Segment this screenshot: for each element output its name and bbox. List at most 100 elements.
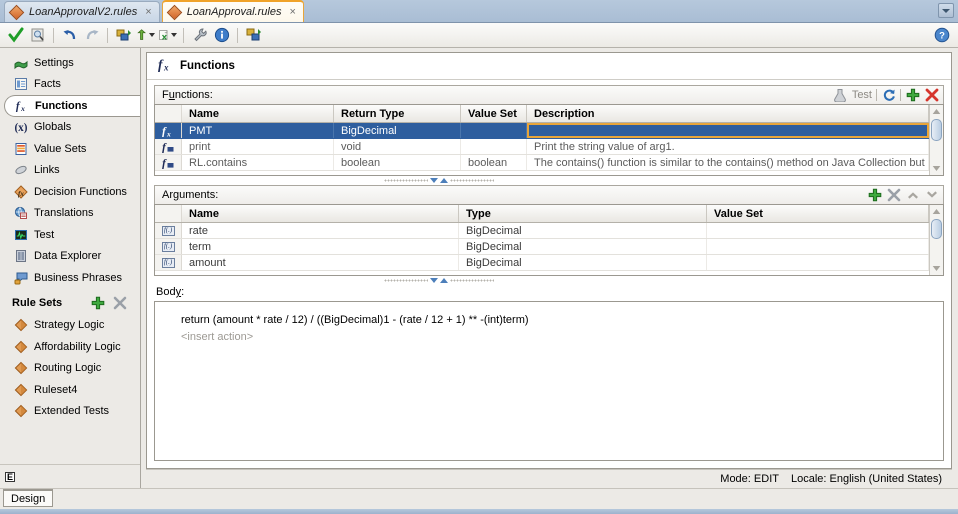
validate-button[interactable]: [5, 25, 26, 46]
sidebar-item-business-phrases[interactable]: Business Phrases: [0, 267, 140, 289]
cell-return-type[interactable]: BigDecimal: [334, 123, 461, 138]
search-document-button[interactable]: [27, 25, 48, 46]
column-header-name[interactable]: Name: [182, 105, 334, 122]
undo-button[interactable]: [59, 25, 80, 46]
sidebar-item-settings[interactable]: Settings: [0, 52, 140, 74]
add-argument-button[interactable]: [867, 188, 882, 203]
editor-tab-bar: LoanApprovalV2.rules × LoanApproval.rule…: [0, 0, 958, 23]
cell-description[interactable]: [527, 123, 929, 138]
sidebar-item-extended-tests[interactable]: Extended Tests: [0, 401, 140, 423]
sidebar-item-decision-functions[interactable]: fx Decision Functions: [0, 181, 140, 203]
code-line[interactable]: return (amount * rate / 12) / ((BigDecim…: [169, 312, 929, 326]
table-row[interactable]: f(.) rate BigDecimal: [155, 223, 929, 239]
table-row[interactable]: f RL.contains boolean boolean The contai…: [155, 155, 929, 171]
apply-button[interactable]: [113, 25, 134, 46]
cell-name[interactable]: rate: [182, 223, 459, 238]
sidebar-item-data-explorer[interactable]: Data Explorer: [0, 246, 140, 268]
test-tube-icon: [834, 89, 847, 102]
close-icon[interactable]: ×: [289, 6, 295, 18]
cell-name[interactable]: amount: [182, 255, 459, 270]
insert-action-placeholder[interactable]: <insert action>: [169, 326, 929, 343]
move-argument-up-button[interactable]: [905, 188, 920, 203]
scroll-down-button[interactable]: [930, 162, 943, 175]
editor-tab-loanapprovalv2[interactable]: LoanApprovalV2.rules ×: [4, 1, 160, 22]
delete-function-button[interactable]: [924, 88, 939, 103]
table-row[interactable]: f(.) amount BigDecimal: [155, 255, 929, 271]
sidebar-item-translations[interactable]: Translations: [0, 203, 140, 225]
editor-tab-loanapproval[interactable]: LoanApproval.rules ×: [161, 0, 304, 22]
cell-value-set[interactable]: [707, 223, 929, 238]
cell-return-type[interactable]: void: [334, 139, 461, 154]
sidebar-item-strategy-logic[interactable]: Strategy Logic: [0, 315, 140, 337]
sidebar-item-functions[interactable]: f x Functions: [4, 95, 140, 117]
chevron-down-icon[interactable]: [171, 33, 177, 37]
sidebar-item-routing-logic[interactable]: Routing Logic: [0, 358, 140, 380]
chevron-up-icon: [932, 109, 941, 114]
promote-button[interactable]: [135, 25, 156, 46]
cell-value-set[interactable]: [461, 123, 527, 138]
cell-description[interactable]: Print the string value of arg1.: [527, 139, 929, 154]
scroll-thumb[interactable]: [931, 219, 942, 239]
collapse-up-icon[interactable]: [440, 278, 448, 283]
body-code-editor[interactable]: return (amount * rate / 12) / ((BigDecim…: [154, 301, 944, 461]
cell-description[interactable]: The contains() function is similar to th…: [527, 155, 929, 170]
scroll-thumb[interactable]: [931, 119, 942, 141]
cell-name[interactable]: RL.contains: [182, 155, 334, 170]
sidebar-item-ruleset4[interactable]: Ruleset4: [0, 379, 140, 401]
move-argument-down-button[interactable]: [924, 188, 939, 203]
column-header-name[interactable]: Name: [182, 205, 459, 222]
table-row[interactable]: f print void Print the string value of a…: [155, 139, 929, 155]
info-button[interactable]: [211, 25, 232, 46]
cell-value-set[interactable]: [461, 139, 527, 154]
scroll-down-button[interactable]: [930, 262, 943, 275]
column-header-return-type[interactable]: Return Type: [334, 105, 461, 122]
close-icon[interactable]: ×: [145, 6, 151, 18]
column-header-value-set[interactable]: Value Set: [707, 205, 929, 222]
sidebar-item-globals[interactable]: (x) Globals: [0, 117, 140, 139]
functions-arguments-splitter[interactable]: [154, 176, 724, 185]
collapse-up-icon[interactable]: [440, 178, 448, 183]
cell-return-type[interactable]: boolean: [334, 155, 461, 170]
cell-type[interactable]: BigDecimal: [459, 223, 707, 238]
cell-type[interactable]: BigDecimal: [459, 239, 707, 254]
sidebar-item-test[interactable]: Test: [0, 224, 140, 246]
cell-name[interactable]: PMT: [182, 123, 334, 138]
export-excel-button[interactable]: [157, 25, 178, 46]
functions-table-scrollbar[interactable]: [929, 105, 943, 175]
cell-type[interactable]: BigDecimal: [459, 255, 707, 270]
arguments-table-scrollbar[interactable]: [929, 205, 943, 275]
collapse-down-icon[interactable]: [430, 278, 438, 283]
arguments-body-splitter[interactable]: [154, 276, 724, 285]
tab-overflow-button[interactable]: [938, 3, 954, 18]
test-label[interactable]: Test: [852, 89, 872, 101]
tab-design[interactable]: Design: [3, 489, 54, 507]
scroll-up-button[interactable]: [930, 205, 943, 218]
table-row[interactable]: f(.) term BigDecimal: [155, 239, 929, 255]
column-header-value-set[interactable]: Value Set: [461, 105, 527, 122]
redo-button[interactable]: [81, 25, 102, 46]
add-ruleset-button[interactable]: [90, 295, 106, 311]
refactor-button[interactable]: [243, 25, 264, 46]
delete-argument-button[interactable]: [886, 188, 901, 203]
chevron-down-icon[interactable]: [149, 33, 155, 37]
add-function-button[interactable]: [905, 88, 920, 103]
cell-name[interactable]: term: [182, 239, 459, 254]
test-function-button[interactable]: [833, 88, 848, 103]
sidebar-item-value-sets[interactable]: Value Sets: [0, 138, 140, 160]
help-button[interactable]: ?: [934, 27, 950, 43]
sidebar-item-links[interactable]: Links: [0, 160, 140, 182]
tools-button[interactable]: [189, 25, 210, 46]
scroll-up-button[interactable]: [930, 105, 943, 118]
cell-value-set[interactable]: [707, 255, 929, 270]
delete-ruleset-button[interactable]: [112, 295, 128, 311]
collapse-down-icon[interactable]: [430, 178, 438, 183]
cell-value-set[interactable]: boolean: [461, 155, 527, 170]
table-row[interactable]: f x PMT BigDecimal: [155, 123, 929, 139]
refresh-functions-button[interactable]: [881, 88, 896, 103]
column-header-description[interactable]: Description: [527, 105, 929, 122]
sidebar-item-affordability-logic[interactable]: Affordability Logic: [0, 336, 140, 358]
column-header-type[interactable]: Type: [459, 205, 707, 222]
cell-name[interactable]: print: [182, 139, 334, 154]
cell-value-set[interactable]: [707, 239, 929, 254]
sidebar-item-facts[interactable]: Facts: [0, 74, 140, 96]
